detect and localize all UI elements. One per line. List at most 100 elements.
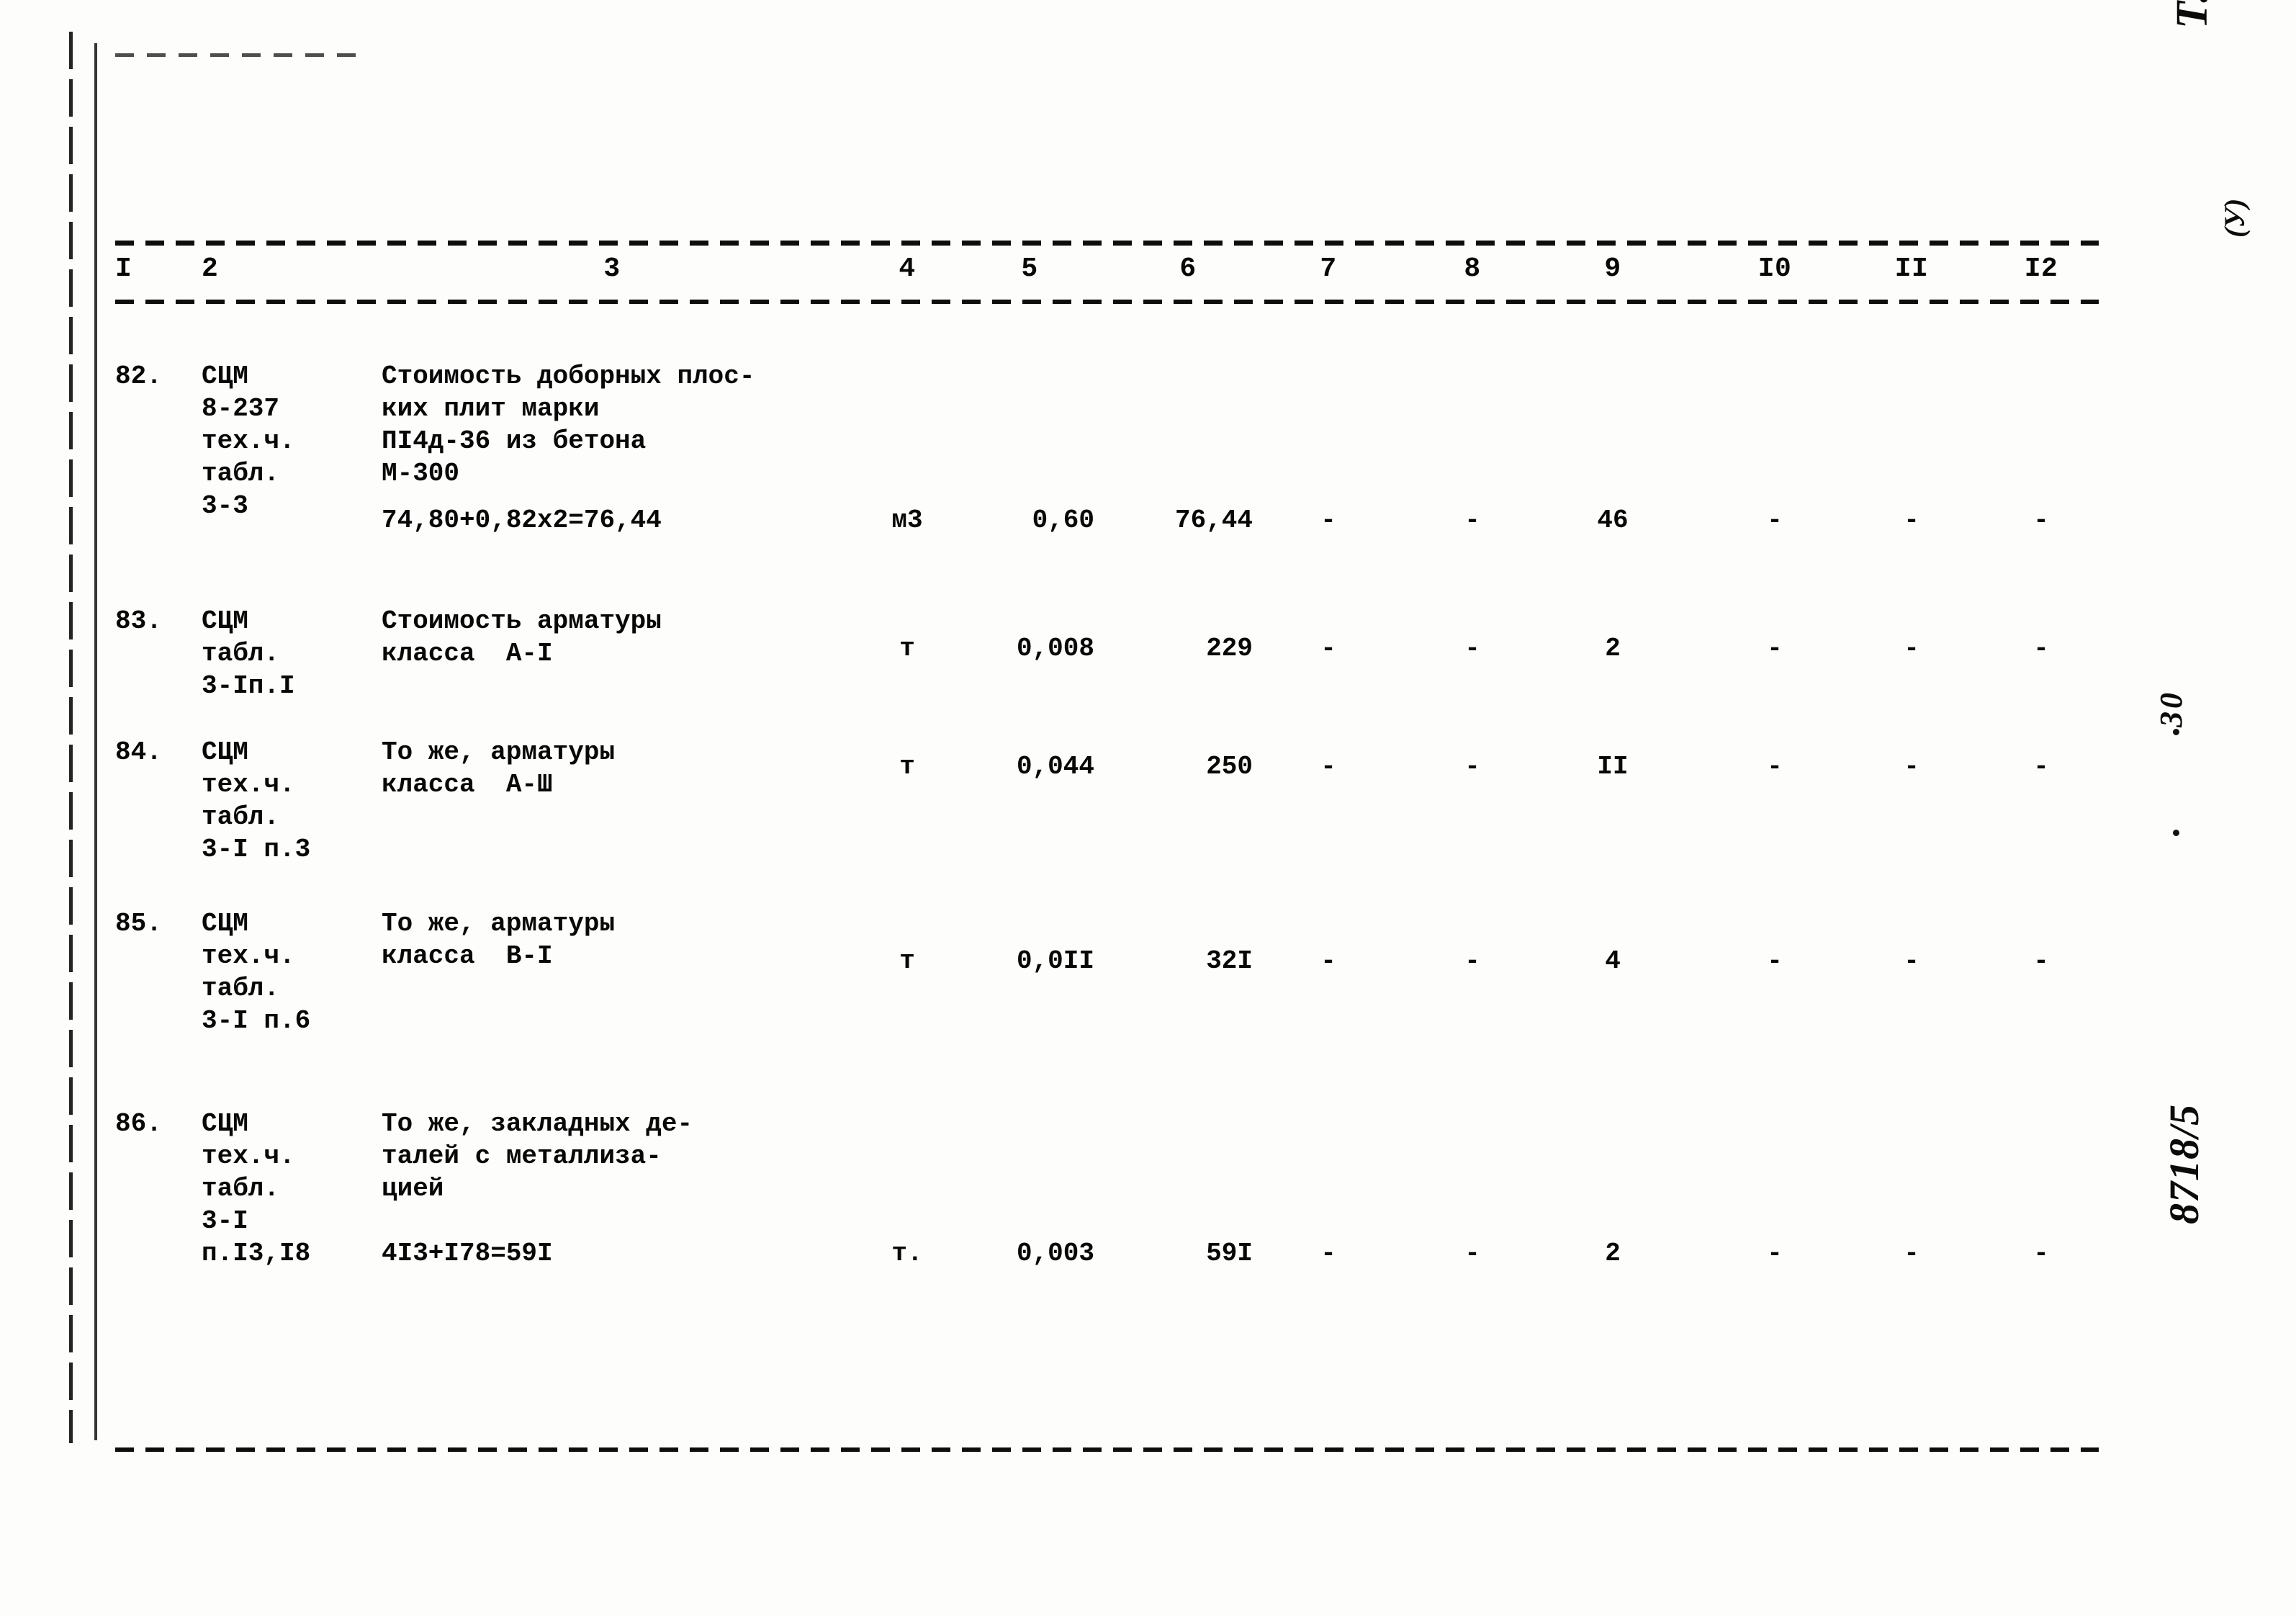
text-line: 3-3: [202, 491, 248, 521]
table-top-rule: [115, 241, 2099, 246]
text-line: табл.: [202, 802, 280, 832]
row-value-9: II: [1597, 752, 1629, 781]
row-value-7: -: [1320, 506, 1336, 535]
row-value-5: 0,0II: [1016, 946, 1094, 976]
row-value-9: 2: [1605, 1239, 1621, 1268]
text-line: табл.: [202, 1174, 280, 1203]
row-calculation: 4I3+I78=59I: [382, 1239, 553, 1268]
text-line: М-300: [382, 459, 460, 488]
row-number: 86.: [115, 1109, 162, 1139]
header-col-7: 7: [1320, 253, 1337, 284]
scanned-page: I 2 3 4 5 6 7 8 9 I0 II I2 82. СЦМ 8-237 т…: [0, 0, 2296, 1616]
row-unit: т: [899, 634, 915, 663]
row-value-11: -: [1904, 946, 1919, 976]
row-value-10: -: [1767, 1239, 1783, 1268]
table-header-rule: [115, 300, 2099, 304]
row-value-8: -: [1464, 634, 1480, 663]
text-line: Стоимость арматуры: [382, 606, 662, 636]
row-value-5: 0,60: [1032, 506, 1094, 535]
text-line: тех.ч.: [202, 941, 295, 971]
document-code-suffix: (У): [2218, 198, 2251, 238]
header-col-5: 5: [1021, 253, 1038, 284]
text-line: 3-Iп.I: [202, 671, 295, 701]
row-value-9: 46: [1597, 506, 1629, 535]
row-value-11: -: [1904, 634, 1919, 663]
text-line: тех.ч.: [202, 770, 295, 799]
row-description: То же, закладных де-талей с металлиза-ци…: [382, 1108, 842, 1205]
row-number: 83.: [115, 606, 162, 636]
left-inner-rule: [94, 43, 97, 1440]
text-line: п.I3,I8: [202, 1239, 311, 1268]
text-line: класса А-Ш: [382, 770, 553, 799]
row-value-6: 32I: [1206, 946, 1253, 976]
table-bottom-rule: [115, 1447, 2099, 1452]
row-value-12: -: [2033, 946, 2049, 976]
page-number: 30: [2153, 690, 2189, 727]
text-line: ких плит марки: [382, 394, 600, 423]
text-line: Стоимость доборных плос-: [382, 362, 755, 391]
text-line: класса В-I: [382, 941, 553, 971]
header-col-10: I0: [1757, 253, 1792, 284]
row-unit: м3: [891, 506, 923, 535]
row-value-11: -: [1904, 752, 1919, 781]
row-justification: СЦМ тех.ч. табл. 3-I п.6: [202, 907, 367, 1037]
left-margin-rule: [69, 32, 73, 1443]
text-line: 3-I: [202, 1206, 248, 1236]
row-value-10: -: [1767, 946, 1783, 976]
row-unit: т: [899, 752, 915, 781]
text-line: талей с металлиза-: [382, 1141, 662, 1171]
header-col-1: I: [115, 253, 132, 284]
row-value-5: 0,044: [1016, 752, 1094, 781]
text-line: 8-237: [202, 394, 280, 423]
text-line: цией: [382, 1174, 444, 1203]
text-line: То же, арматуры: [382, 737, 616, 767]
header-col-12: I2: [2024, 253, 2058, 284]
row-value-8: -: [1464, 752, 1480, 781]
text-line: ПI4д-36 из бетона: [382, 426, 647, 456]
row-value-6: 250: [1206, 752, 1253, 781]
row-value-5: 0,003: [1016, 1239, 1094, 1268]
text-line: СЦМ: [202, 909, 248, 938]
archive-code: 8718/5: [2161, 1103, 2207, 1224]
text-line: То же, арматуры: [382, 909, 616, 938]
header-col-11: II: [1894, 253, 1929, 284]
row-value-6: 59I: [1206, 1239, 1253, 1268]
header-col-3: 3: [603, 253, 621, 284]
row-value-10: -: [1767, 506, 1783, 535]
text-line: 3-I п.3: [202, 835, 311, 864]
text-line: тех.ч.: [202, 1141, 295, 1171]
header-col-6: 6: [1179, 253, 1197, 284]
row-justification: СЦМ 8-237 тех.ч. табл. 3-3: [202, 360, 367, 522]
row-description: То же, арматуры класса В-I: [382, 907, 842, 972]
row-number: 84.: [115, 737, 162, 767]
text-line: 3-I п.6: [202, 1006, 311, 1036]
row-description: Стоимость доборных плос-ких плит марки ПI…: [382, 360, 842, 490]
row-value-10: -: [1767, 752, 1783, 781]
row-value-8: -: [1464, 946, 1480, 976]
row-justification: СЦМ табл. 3-Iп.I: [202, 605, 367, 702]
row-value-7: -: [1320, 1239, 1336, 1268]
row-value-6: 76,44: [1174, 506, 1253, 535]
row-value-12: -: [2033, 752, 2049, 781]
text-line: СЦМ: [202, 737, 248, 767]
row-value-9: 2: [1605, 634, 1621, 663]
row-value-8: -: [1464, 506, 1480, 535]
text-line: СЦМ: [202, 1109, 248, 1139]
text-line: СЦМ: [202, 606, 248, 636]
text-line: тех.ч.: [202, 426, 295, 456]
row-value-11: -: [1904, 1239, 1919, 1268]
text-line: класса А-I: [382, 639, 553, 668]
row-justification: СЦМ тех.ч. табл. 3-I п.I3,I8: [202, 1108, 367, 1270]
text-line: табл.: [202, 974, 280, 1003]
row-value-7: -: [1320, 752, 1336, 781]
row-description: То же, арматуры класса А-Ш: [382, 736, 842, 801]
header-col-4: 4: [899, 253, 916, 284]
header-col-8: 8: [1464, 253, 1481, 284]
row-number: 82.: [115, 362, 162, 391]
header-col-9: 9: [1604, 253, 1621, 284]
row-value-12: -: [2033, 1239, 2049, 1268]
page-number-dot-bottom: [2173, 830, 2179, 836]
row-value-12: -: [2033, 506, 2049, 535]
row-value-5: 0,008: [1016, 634, 1094, 663]
row-value-12: -: [2033, 634, 2049, 663]
